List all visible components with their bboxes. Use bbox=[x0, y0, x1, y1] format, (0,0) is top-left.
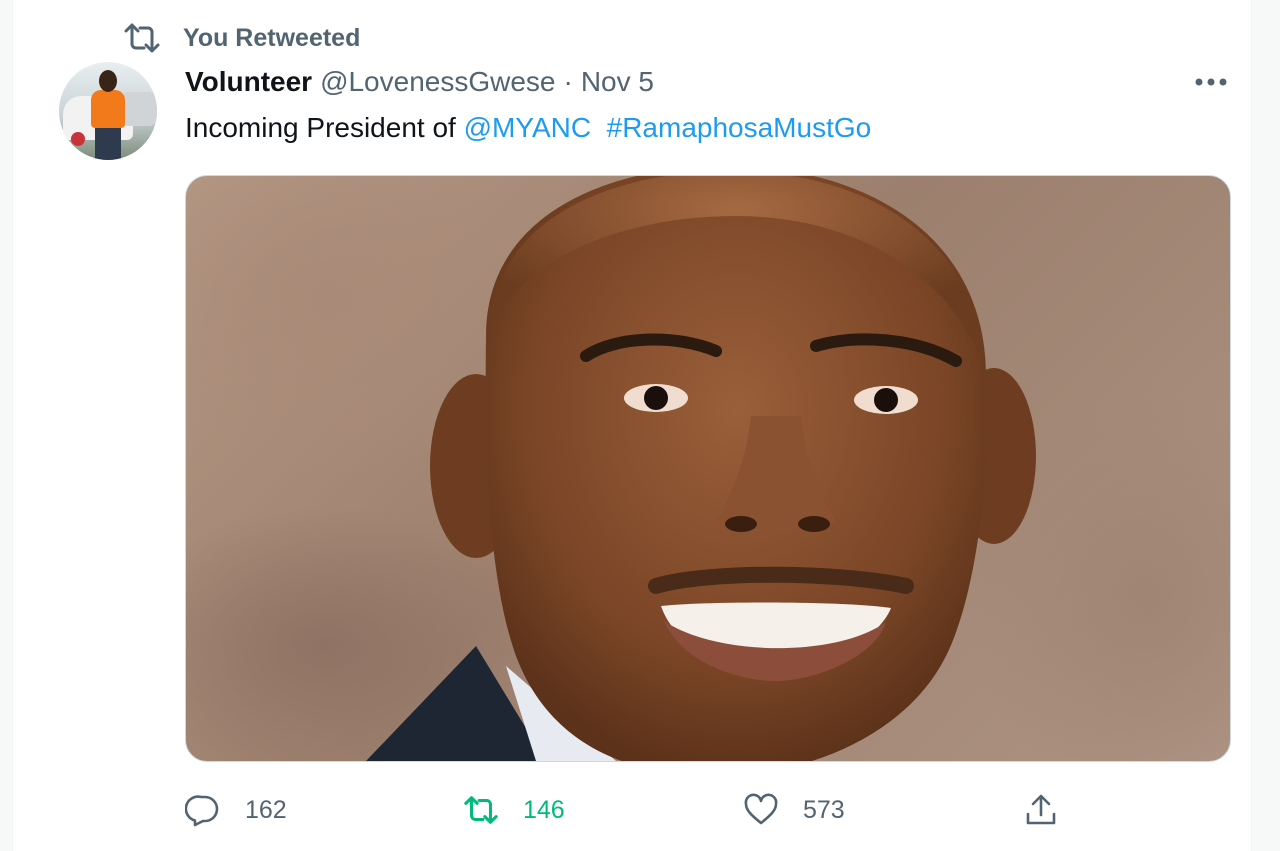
retweet-icon bbox=[124, 23, 160, 53]
display-name[interactable]: Volunteer bbox=[185, 66, 312, 98]
avatar-person-head bbox=[99, 70, 117, 92]
tweet-card[interactable]: You Retweeted Volunteer @LovenessGwese ·… bbox=[12, 0, 1252, 851]
like-count: 573 bbox=[803, 795, 845, 824]
heart-icon bbox=[744, 793, 778, 825]
retweet-button[interactable]: 146 bbox=[463, 788, 565, 832]
avatar[interactable] bbox=[59, 62, 157, 160]
more-options-button[interactable] bbox=[1189, 62, 1233, 102]
avatar-car-taillight bbox=[71, 132, 85, 146]
header-separator: · bbox=[563, 66, 573, 97]
social-context: You Retweeted bbox=[123, 22, 360, 54]
avatar-person-legs bbox=[95, 126, 121, 160]
retweet-icon bbox=[464, 796, 498, 824]
share-button[interactable] bbox=[1023, 788, 1059, 832]
retweet-count: 146 bbox=[523, 795, 565, 824]
user-handle[interactable]: @LovenessGwese bbox=[320, 66, 555, 98]
reply-icon bbox=[185, 795, 219, 827]
avatar-person-torso bbox=[91, 90, 125, 128]
share-icon bbox=[1026, 794, 1056, 825]
mention-link[interactable]: @MYANC bbox=[464, 112, 591, 143]
tweet-date[interactable]: Nov 5 bbox=[581, 66, 654, 98]
social-context-label: You Retweeted bbox=[183, 23, 361, 52]
reply-count: 162 bbox=[245, 795, 287, 824]
tweet-text: Incoming President of @MYANC #RamaphosaM… bbox=[185, 110, 871, 146]
tweet-media-image[interactable] bbox=[185, 175, 1231, 762]
portrait-photo-icon bbox=[366, 176, 1036, 761]
avatar-car-shape-2 bbox=[121, 92, 157, 126]
tweet-header: Volunteer @LovenessGwese · Nov 5 bbox=[185, 66, 654, 102]
tweet-text-prefix: Incoming President of bbox=[185, 112, 464, 143]
hashtag-link[interactable]: #RamaphosaMustGo bbox=[607, 112, 872, 143]
reply-button[interactable]: 162 bbox=[185, 788, 287, 832]
like-button[interactable]: 573 bbox=[743, 788, 845, 832]
more-dots-icon bbox=[1195, 78, 1227, 86]
tweet-actions: 162 146 573 bbox=[185, 788, 1245, 832]
